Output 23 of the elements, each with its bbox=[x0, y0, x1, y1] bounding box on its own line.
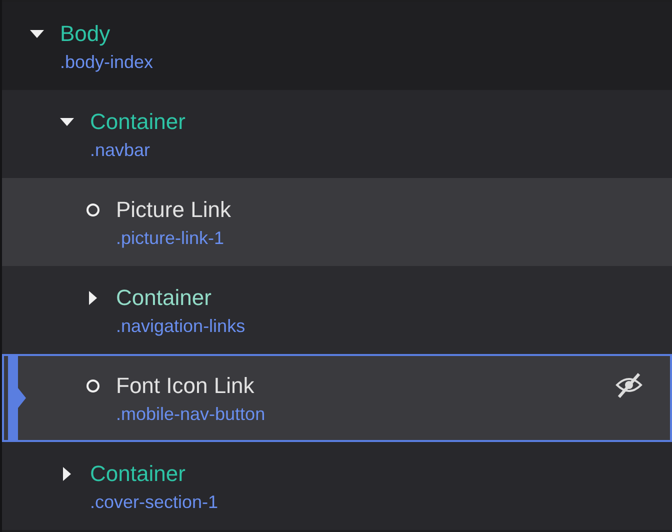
tree-row[interactable]: Container .navbar bbox=[2, 90, 672, 178]
class-name: .cover-section-1 bbox=[90, 491, 218, 514]
tree-row[interactable]: Font Icon Link .mobile-nav-button bbox=[2, 354, 672, 442]
class-name: .navigation-links bbox=[116, 315, 246, 338]
node-title: Body bbox=[60, 20, 112, 48]
tree-row[interactable]: Picture Link .picture-link-1 bbox=[2, 178, 672, 266]
class-name: .picture-link-1 bbox=[116, 227, 226, 250]
expanded-caret-icon[interactable] bbox=[60, 117, 74, 127]
tree-row[interactable]: Container .navigation-links bbox=[2, 266, 672, 354]
circle-icon bbox=[86, 203, 100, 217]
expanded-caret-icon[interactable] bbox=[30, 29, 44, 39]
class-name: .navbar bbox=[90, 139, 152, 162]
tree-row[interactable]: Container .cover-section-1 bbox=[2, 442, 672, 530]
class-name: .mobile-nav-button bbox=[116, 403, 266, 426]
node-title: Picture Link bbox=[116, 196, 231, 224]
node-title: Font Icon Link bbox=[116, 372, 256, 400]
eye-off-icon[interactable] bbox=[614, 370, 644, 400]
node-title: Container bbox=[90, 460, 186, 488]
node-title: Container bbox=[116, 284, 212, 312]
class-name: .body-index bbox=[60, 51, 154, 74]
node-title: Container bbox=[90, 108, 186, 136]
circle-icon bbox=[86, 379, 100, 393]
selection-marker-icon bbox=[6, 356, 28, 440]
